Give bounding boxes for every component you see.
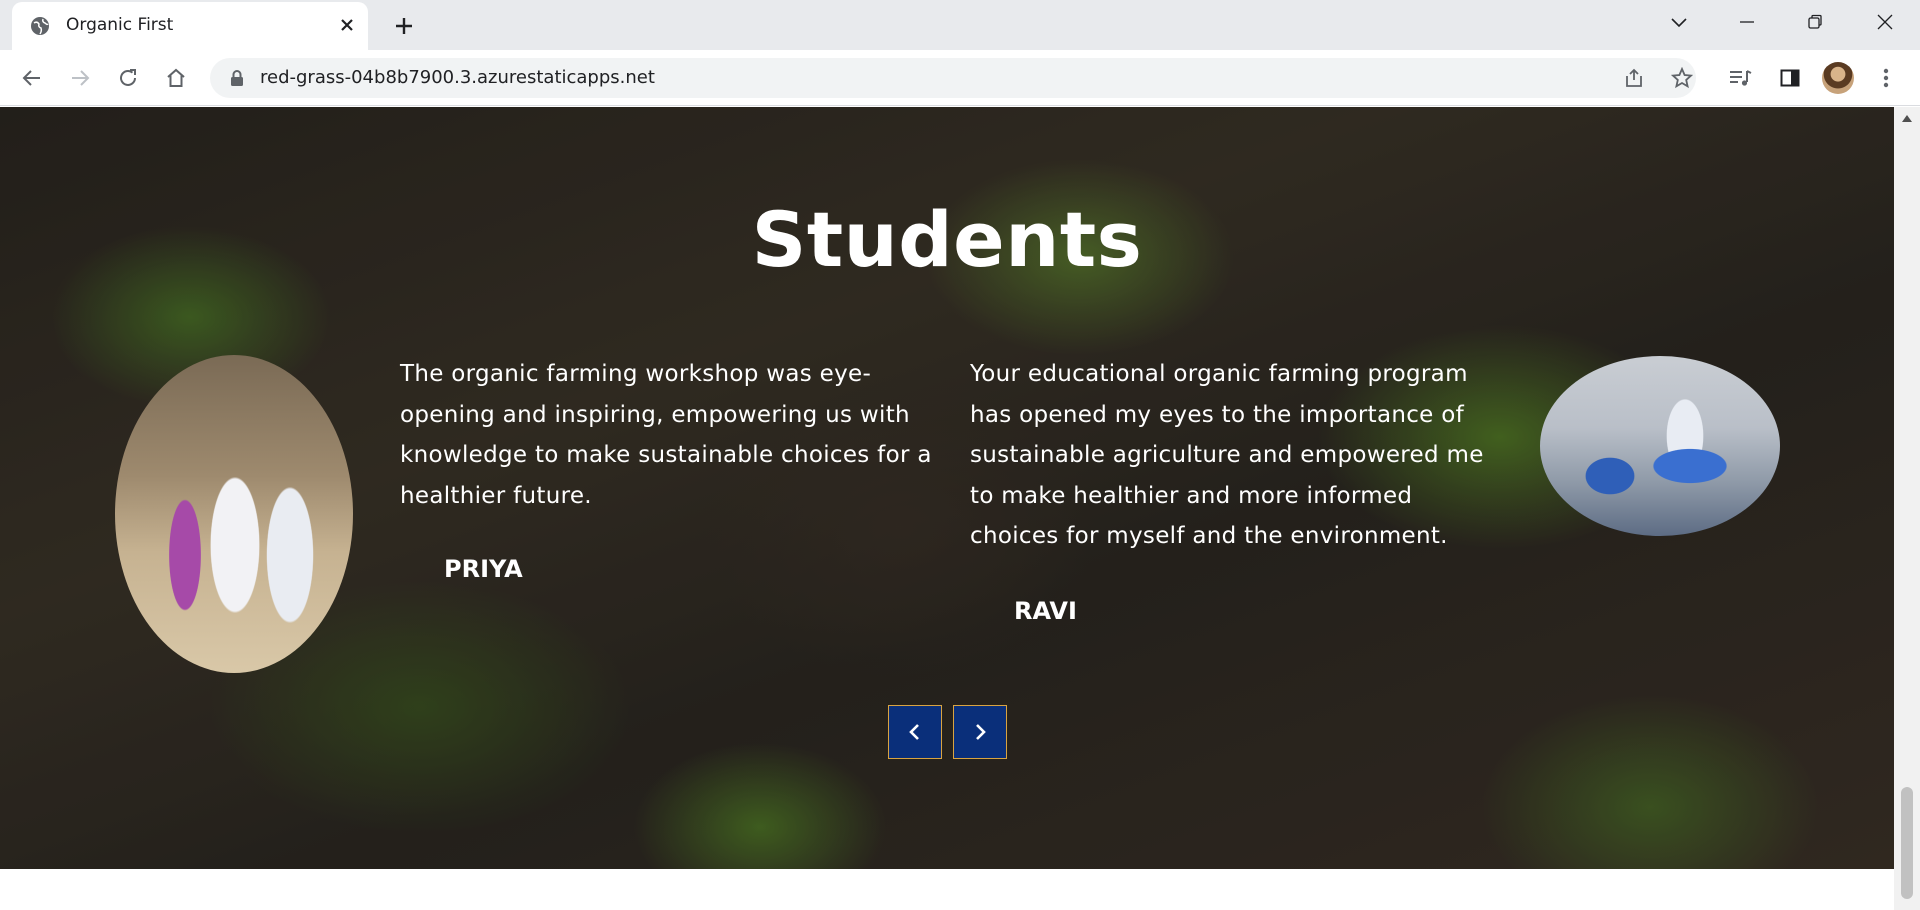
browser-menu-button[interactable]: [1870, 62, 1902, 94]
carousel-prev-button[interactable]: [888, 705, 942, 759]
new-tab-button[interactable]: [386, 8, 422, 44]
reload-button[interactable]: [112, 62, 144, 94]
side-panel-button[interactable]: [1774, 62, 1806, 94]
testimonial-quote-ravi: Your educational organic farming program…: [970, 361, 1484, 549]
student-photo-ravi: [1540, 356, 1780, 536]
home-button[interactable]: [160, 62, 192, 94]
carousel-next-button[interactable]: [953, 705, 1007, 759]
scroll-thumb[interactable]: [1901, 787, 1913, 899]
restore-button[interactable]: [1790, 0, 1840, 44]
star-icon: [1671, 67, 1693, 89]
triangle-up-icon: [1902, 114, 1912, 122]
close-icon: [341, 19, 353, 31]
media-control-button[interactable]: [1724, 62, 1756, 94]
tab-search-button[interactable]: [1654, 0, 1704, 44]
arrow-right-icon: [72, 70, 90, 86]
avatar[interactable]: [1822, 62, 1854, 94]
minimize-icon: [1740, 21, 1754, 23]
section-title: Students: [751, 195, 1143, 284]
forward-button[interactable]: [64, 62, 96, 94]
side-panel-icon: [1780, 69, 1800, 87]
browser-toolbar: red-grass-04b8b7900.3.azurestaticapps.ne…: [0, 50, 1920, 106]
address-bar[interactable]: red-grass-04b8b7900.3.azurestaticapps.ne…: [210, 58, 1696, 98]
browser-tab-strip: Organic First: [0, 0, 1920, 50]
testimonial-name-priya: PRIYA: [444, 555, 523, 583]
minimize-button[interactable]: [1722, 0, 1772, 44]
back-button[interactable]: [16, 62, 48, 94]
testimonial-quote-priya: The organic farming workshop was eye-ope…: [400, 361, 932, 509]
scroll-up-button[interactable]: [1900, 113, 1914, 123]
chevron-left-icon: [909, 724, 919, 740]
page-scrollbar[interactable]: [1894, 107, 1920, 910]
student-photo-priya: [115, 355, 353, 673]
kebab-menu-icon: [1883, 68, 1889, 88]
tab-title: Organic First: [66, 15, 174, 35]
media-control-icon: [1730, 70, 1752, 86]
globe-icon: [31, 17, 49, 35]
tab-close-button[interactable]: [336, 14, 358, 36]
restore-icon: [1808, 14, 1822, 29]
lock-icon[interactable]: [228, 69, 246, 87]
plus-icon: [396, 18, 412, 34]
bookmark-button[interactable]: [1670, 66, 1694, 90]
close-icon: [1877, 14, 1893, 30]
share-button[interactable]: [1622, 66, 1646, 90]
testimonial-name-ravi: RAVI: [1014, 597, 1077, 625]
arrow-left-icon: [22, 70, 40, 86]
reload-icon: [120, 69, 136, 86]
home-icon: [167, 68, 185, 87]
url-text[interactable]: red-grass-04b8b7900.3.azurestaticapps.ne…: [260, 67, 655, 88]
students-section: Students The organic farming workshop wa…: [0, 107, 1894, 869]
close-window-button[interactable]: [1860, 0, 1910, 44]
chevron-right-icon: [976, 724, 986, 740]
chevron-down-icon: [1671, 18, 1687, 28]
share-icon: [1626, 68, 1642, 87]
browser-tab[interactable]: Organic First: [12, 2, 368, 50]
page-viewport: Students The organic farming workshop wa…: [0, 107, 1920, 910]
